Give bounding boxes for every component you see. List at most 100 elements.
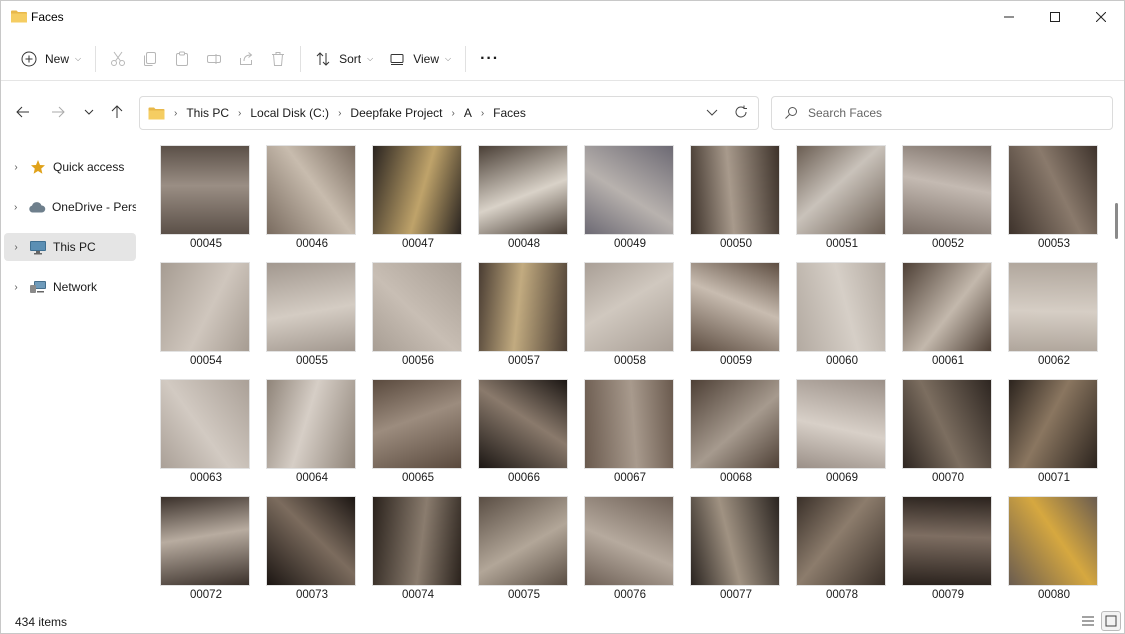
close-button[interactable] [1078,1,1124,33]
image-thumbnail[interactable] [796,379,886,469]
image-thumbnail[interactable] [478,145,568,235]
file-tile[interactable]: 00066 [474,375,568,489]
file-tile[interactable]: 00060 [792,258,886,372]
image-thumbnail[interactable] [266,496,356,586]
copy-button[interactable] [134,43,166,75]
file-tile[interactable]: 00076 [580,492,674,606]
file-tile[interactable]: 00056 [368,258,462,372]
image-thumbnail[interactable] [1008,496,1098,586]
search-box[interactable] [771,96,1113,130]
image-thumbnail[interactable] [372,379,462,469]
image-thumbnail[interactable] [1008,145,1098,235]
chevron-right-icon[interactable]: › [481,108,484,119]
chevron-right-icon[interactable]: › [174,108,177,119]
image-thumbnail[interactable] [902,496,992,586]
details-view-button[interactable] [1078,611,1098,631]
rename-button[interactable] [198,43,230,75]
file-tile[interactable]: 00075 [474,492,568,606]
chevron-right-icon[interactable]: › [4,282,28,293]
file-tile[interactable]: 00061 [898,258,992,372]
breadcrumb-item[interactable]: This PC [186,106,229,120]
file-tile[interactable]: 00079 [898,492,992,606]
image-thumbnail[interactable] [478,496,568,586]
file-tile[interactable]: 00077 [686,492,780,606]
file-tile[interactable]: 00073 [262,492,356,606]
sidebar-item-this-pc[interactable]: › This PC [4,233,136,261]
thumbnail-view-button[interactable] [1101,611,1121,631]
minimize-button[interactable] [986,1,1032,33]
file-tile[interactable]: 00070 [898,375,992,489]
image-thumbnail[interactable] [902,379,992,469]
chevron-right-icon[interactable]: › [451,108,454,119]
image-thumbnail[interactable] [690,496,780,586]
image-thumbnail[interactable] [796,496,886,586]
file-tile[interactable]: 00063 [156,375,250,489]
image-thumbnail[interactable] [584,379,674,469]
file-tile[interactable]: 00058 [580,258,674,372]
file-tile[interactable]: 00052 [898,141,992,255]
file-tile[interactable]: 00057 [474,258,568,372]
image-thumbnail[interactable] [266,379,356,469]
image-thumbnail[interactable] [266,145,356,235]
image-thumbnail[interactable] [796,145,886,235]
image-thumbnail[interactable] [372,496,462,586]
image-thumbnail[interactable] [584,496,674,586]
file-tile[interactable]: 00049 [580,141,674,255]
file-tile[interactable]: 00078 [792,492,886,606]
file-tile[interactable]: 00080 [1004,492,1098,606]
image-thumbnail[interactable] [160,262,250,352]
image-thumbnail[interactable] [690,145,780,235]
file-tile[interactable]: 00072 [156,492,250,606]
up-button[interactable] [104,99,130,125]
file-tile[interactable]: 00064 [262,375,356,489]
chevron-right-icon[interactable]: › [4,162,28,173]
file-tile[interactable]: 00045 [156,141,250,255]
image-thumbnail[interactable] [1008,379,1098,469]
image-thumbnail[interactable] [902,262,992,352]
address-bar[interactable]: › This PC › Local Disk (C:) › Deepfake Projec… [139,96,759,130]
image-thumbnail[interactable] [690,379,780,469]
forward-button[interactable] [45,99,71,125]
file-tile[interactable]: 00054 [156,258,250,372]
chevron-right-icon[interactable]: › [238,108,241,119]
sidebar-item-network[interactable]: › Network [4,273,136,301]
image-thumbnail[interactable] [584,262,674,352]
file-tile[interactable]: 00065 [368,375,462,489]
maximize-button[interactable] [1032,1,1078,33]
file-tile[interactable]: 00062 [1004,258,1098,372]
image-thumbnail[interactable] [1008,262,1098,352]
breadcrumb-item[interactable]: A [464,106,472,120]
search-input[interactable] [808,106,1088,120]
image-thumbnail[interactable] [372,262,462,352]
image-thumbnail[interactable] [478,379,568,469]
file-tile[interactable]: 00047 [368,141,462,255]
image-thumbnail[interactable] [160,496,250,586]
file-tile[interactable]: 00074 [368,492,462,606]
chevron-right-icon[interactable]: › [4,242,28,253]
sidebar-item-onedrive[interactable]: › OneDrive - Pers [4,193,136,221]
more-options-button[interactable]: ··· [472,43,507,75]
image-thumbnail[interactable] [266,262,356,352]
file-tile[interactable]: 00068 [686,375,780,489]
back-button[interactable] [10,99,36,125]
cut-button[interactable] [102,43,134,75]
chevron-right-icon[interactable]: › [338,108,341,119]
view-button[interactable]: View ⌵ [381,43,459,75]
file-tile[interactable]: 00055 [262,258,356,372]
image-thumbnail[interactable] [690,262,780,352]
file-tile[interactable]: 00051 [792,141,886,255]
image-thumbnail[interactable] [584,145,674,235]
sidebar-item-quick-access[interactable]: › Quick access [4,153,136,181]
address-history-button[interactable] [706,105,718,122]
image-thumbnail[interactable] [372,145,462,235]
sort-button[interactable]: Sort ⌵ [307,43,381,75]
breadcrumb-item[interactable]: Local Disk (C:) [250,106,329,120]
file-tile[interactable]: 00048 [474,141,568,255]
image-thumbnail[interactable] [902,145,992,235]
file-tile[interactable]: 00059 [686,258,780,372]
image-thumbnail[interactable] [796,262,886,352]
title-bar[interactable]: Faces [1,1,1124,33]
breadcrumb-item[interactable]: Faces [493,106,526,120]
vertical-scrollbar[interactable] [1115,203,1118,239]
file-tile[interactable]: 00046 [262,141,356,255]
